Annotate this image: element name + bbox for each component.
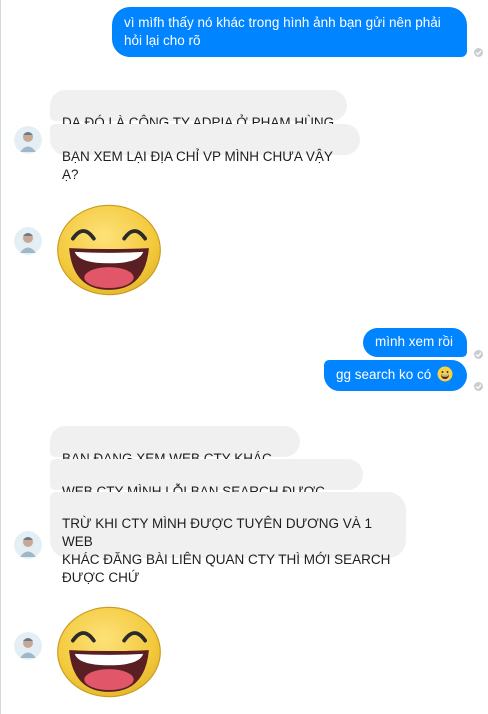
contact-avatar[interactable]: [14, 227, 42, 255]
message-text: gg search ko có: [336, 367, 432, 382]
incoming-message[interactable]: DẠ ĐÓ LÀ CÔNG TY ADPIA Ở PHẠM HÙNG: [50, 90, 347, 130]
message-text: BẠN XEM LẠI ĐỊA CHỈ VP MÌNH CHƯA VẬY Ạ?: [62, 149, 333, 182]
incoming-message[interactable]: WEB CTY MÌNH LỖI BẠN SEARCH ĐƯỢC Ạ????: [50, 459, 363, 517]
contact-avatar[interactable]: [14, 531, 42, 559]
message-text: vì mìfh thấy nó khác trong hình ảnh bạn …: [124, 15, 441, 48]
contact-avatar[interactable]: [14, 126, 42, 154]
incoming-message[interactable]: BẠN XEM LẠI ĐỊA CHỈ VP MÌNH CHƯA VẬY Ạ?: [50, 124, 360, 182]
laughing-face-sticker: [52, 202, 166, 298]
seen-indicator: [474, 382, 483, 391]
incoming-message[interactable]: BẠN ĐANG XEM WEB CTY KHÁC MÀ: [50, 426, 300, 484]
outgoing-message[interactable]: mình xem rồi: [363, 328, 467, 357]
outgoing-message[interactable]: gg search ko có: [324, 360, 467, 391]
incoming-message[interactable]: TRỪ KHI CTY MÌNH ĐƯỢC TUYÊN DƯƠNG VÀ 1 W…: [50, 492, 406, 585]
chat-left-border: [0, 0, 1, 714]
seen-indicator: [474, 350, 483, 359]
seen-indicator: [474, 48, 483, 57]
outgoing-message[interactable]: vì mìfh thấy nó khác trong hình ảnh bạn …: [112, 7, 467, 57]
contact-avatar[interactable]: [14, 632, 42, 660]
grinning-face-icon: [437, 366, 453, 387]
laughing-face-sticker: [52, 604, 166, 700]
message-text: mình xem rồi: [375, 334, 454, 349]
message-text: TRỪ KHI CTY MÌNH ĐƯỢC TUYÊN DƯƠNG VÀ 1 W…: [62, 516, 391, 585]
